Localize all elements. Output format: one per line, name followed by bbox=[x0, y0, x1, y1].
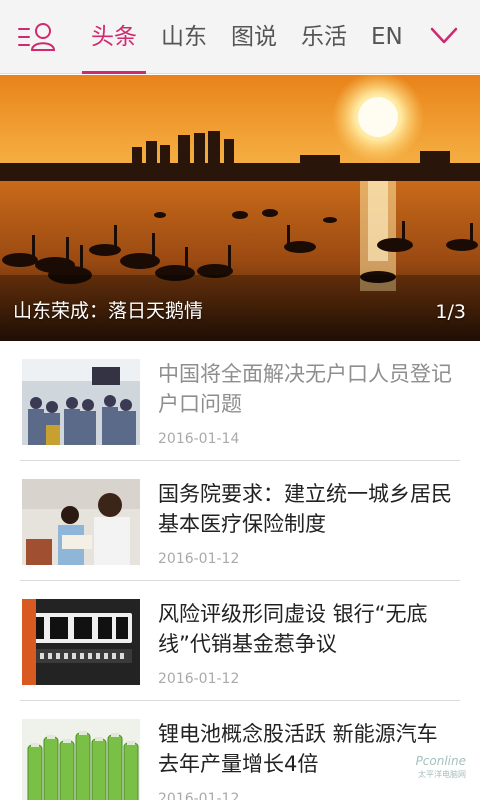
article-title: 风险评级形同虚设 银行“无底线”代销基金惹争议 bbox=[158, 602, 428, 656]
article-thumbnail bbox=[22, 359, 140, 445]
article-thumbnail bbox=[22, 599, 140, 685]
article-date: 2016-01-12 bbox=[158, 671, 240, 687]
article-date: 2016-01-12 bbox=[158, 551, 240, 567]
article-date: 2016-01-14 bbox=[158, 431, 240, 447]
tab-photo[interactable]: 图说 bbox=[222, 0, 286, 74]
tab-headlines[interactable]: 头条 bbox=[82, 0, 146, 74]
user-menu-icon[interactable] bbox=[18, 22, 58, 52]
tab-shandong[interactable]: 山东 bbox=[152, 0, 216, 74]
article-title: 中国将全面解决无户口人员登记户口问题 bbox=[158, 362, 452, 416]
watermark-logo: Pconline 太平洋电脑网 bbox=[390, 736, 466, 780]
chevron-down-icon[interactable] bbox=[430, 26, 458, 46]
tab-lifestyle[interactable]: 乐活 bbox=[292, 0, 356, 74]
article-title: 国务院要求：建立统一城乡居民基本医疗保险制度 bbox=[158, 482, 452, 536]
hero-caption: 山东荣成：落日天鹅情 bbox=[13, 300, 204, 322]
hero-slide[interactable]: 山东荣成：落日天鹅情 1/3 bbox=[0, 75, 480, 341]
top-nav-bar: 头条 山东 图说 乐活 EN bbox=[0, 0, 480, 74]
watermark-text: Pconline bbox=[415, 754, 466, 768]
list-item[interactable]: 风险评级形同虚设 银行“无底线”代销基金惹争议 2016-01-12 bbox=[20, 581, 460, 701]
slide-counter: 1/3 bbox=[435, 301, 466, 323]
article-date: 2016-01-12 bbox=[158, 791, 240, 800]
tab-english[interactable]: EN bbox=[362, 0, 412, 74]
list-item[interactable]: 国务院要求：建立统一城乡居民基本医疗保险制度 2016-01-12 bbox=[20, 461, 460, 581]
category-tabs: 头条 山东 图说 乐活 EN bbox=[82, 0, 412, 74]
article-thumbnail bbox=[22, 719, 140, 800]
watermark-subtext: 太平洋电脑网 bbox=[418, 770, 466, 779]
list-item[interactable]: 中国将全面解决无户口人员登记户口问题 2016-01-14 bbox=[20, 341, 460, 461]
news-list: 中国将全面解决无户口人员登记户口问题 2016-01-14 国务院要求：建立统一… bbox=[0, 341, 480, 800]
article-thumbnail bbox=[22, 479, 140, 565]
